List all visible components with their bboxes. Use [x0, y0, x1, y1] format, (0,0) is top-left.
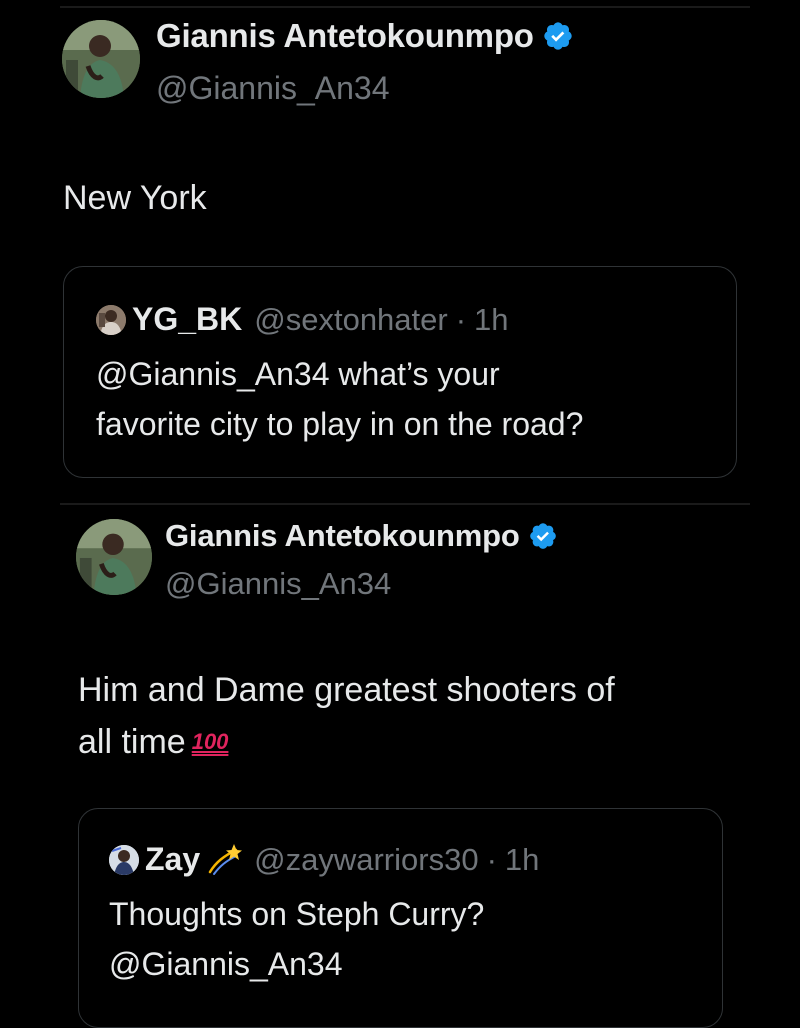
quoted-tweet-card[interactable]: YG_BK @sextonhater · 1h @Giannis_An34 wh… — [63, 266, 737, 478]
person-avatar-icon — [109, 844, 139, 875]
author-name-row: Giannis Antetokounmpo — [156, 17, 574, 55]
meta-separator: · — [455, 301, 467, 337]
quoted-tweet-header: YG_BK @sextonhater · 1h — [96, 301, 509, 338]
quoted-text-line: Thoughts on Steph Curry? — [109, 896, 485, 932]
dizzy-icon — [206, 842, 243, 878]
author-name-row: Giannis Antetokounmpo — [165, 518, 558, 554]
quoted-author-handle[interactable]: @zaywarriors30 — [254, 842, 478, 878]
quoted-text-line: @Giannis_An34 what’s your — [96, 356, 500, 392]
author-avatar[interactable] — [76, 519, 152, 595]
quoted-author-name[interactable]: YG_BK — [132, 301, 242, 338]
quoted-tweet-card[interactable]: Zay @zaywarriors30 · 1h Thoughts on Step… — [78, 808, 723, 1028]
quoted-tweet-time[interactable]: 1h — [474, 302, 508, 338]
verified-badge-icon — [528, 521, 558, 551]
quoted-tweet-time[interactable]: 1h — [505, 842, 539, 878]
tweet-text-line-2: all time 100 — [78, 716, 615, 768]
quoted-author-avatar[interactable] — [109, 844, 139, 875]
tweet-body: Him and Dame greatest shooters of all ti… — [78, 664, 615, 768]
tweet-text-fragment: all time — [78, 723, 186, 761]
quoted-author-handle[interactable]: @sextonhater — [254, 302, 447, 338]
author-avatar[interactable] — [62, 20, 140, 98]
person-avatar-icon — [76, 519, 152, 595]
verified-badge-icon — [542, 20, 574, 52]
author-handle[interactable]: @Giannis_An34 — [165, 566, 391, 602]
author-handle[interactable]: @Giannis_An34 — [156, 70, 390, 107]
author-display-name[interactable]: Giannis Antetokounmpo — [156, 17, 534, 55]
top-divider — [60, 6, 750, 8]
person-avatar-icon — [62, 20, 140, 98]
tweet-body: New York — [63, 179, 207, 217]
person-avatar-icon — [96, 304, 126, 335]
hundred-points-icon: 100 — [191, 729, 229, 754]
quoted-tweet-header: Zay @zaywarriors30 · 1h — [109, 841, 539, 878]
quoted-text-line: favorite city to play in on the road? — [96, 406, 584, 442]
tweet-text-line: Him and Dame greatest shooters of — [78, 671, 615, 709]
quoted-tweet-body: Thoughts on Steph Curry? @Giannis_An34 — [109, 889, 484, 989]
quoted-author-avatar[interactable] — [96, 304, 126, 335]
tweet-divider — [60, 503, 750, 505]
quoted-tweet-body: @Giannis_An34 what’s your favorite city … — [96, 349, 583, 449]
meta-separator: · — [486, 841, 497, 877]
author-display-name[interactable]: Giannis Antetokounmpo — [165, 518, 520, 554]
quoted-text-line: @Giannis_An34 — [109, 946, 343, 982]
quoted-author-name[interactable]: Zay — [145, 841, 200, 878]
